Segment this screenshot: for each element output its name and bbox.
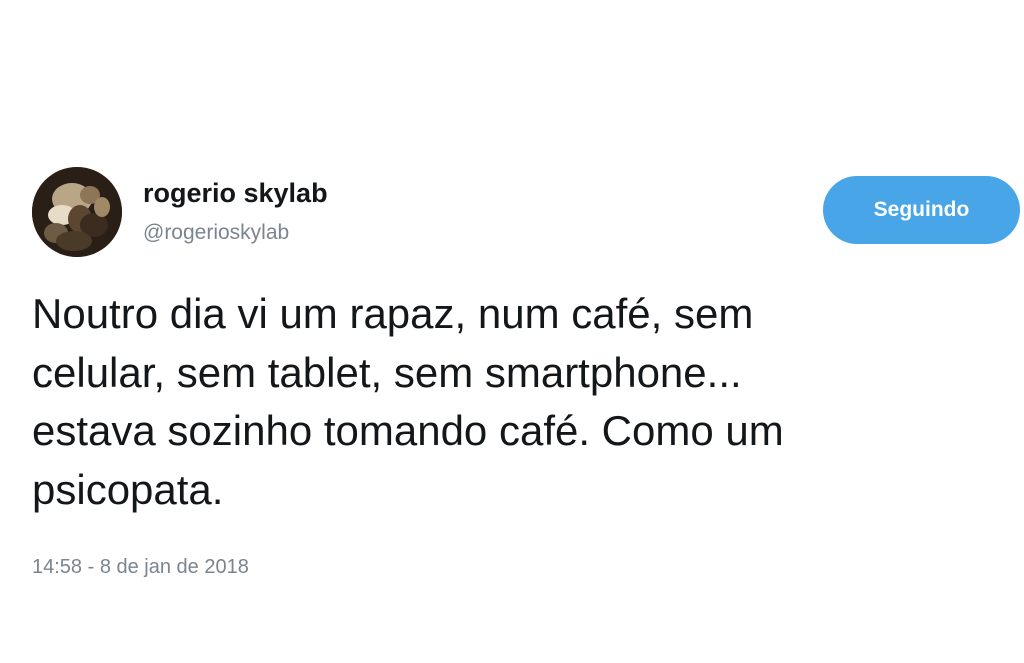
- tweet-timestamp[interactable]: 14:58 - 8 de jan de 2018: [32, 556, 249, 579]
- following-button[interactable]: Seguindo: [823, 176, 1020, 244]
- tweet-text-line: psicopata.: [32, 465, 224, 513]
- tweet-text-line: Noutro dia vi um rapaz, num café, sem: [32, 290, 754, 337]
- avatar-photo-icon: [32, 167, 122, 257]
- author-display-name[interactable]: rogerio skylab: [143, 178, 328, 209]
- tweet-text: Noutro dia vi um rapaz, num café, sem ce…: [32, 285, 992, 519]
- tweet-text-line: celular, sem tablet, sem smartphone...: [32, 348, 742, 396]
- tweet-text-line: estava sozinho tomando café. Como um: [32, 407, 784, 454]
- author-handle[interactable]: @rogerioskylab: [143, 221, 289, 245]
- tweet-card: rogerio skylab @rogerioskylab Seguindo N…: [0, 0, 1024, 663]
- avatar[interactable]: [32, 167, 122, 257]
